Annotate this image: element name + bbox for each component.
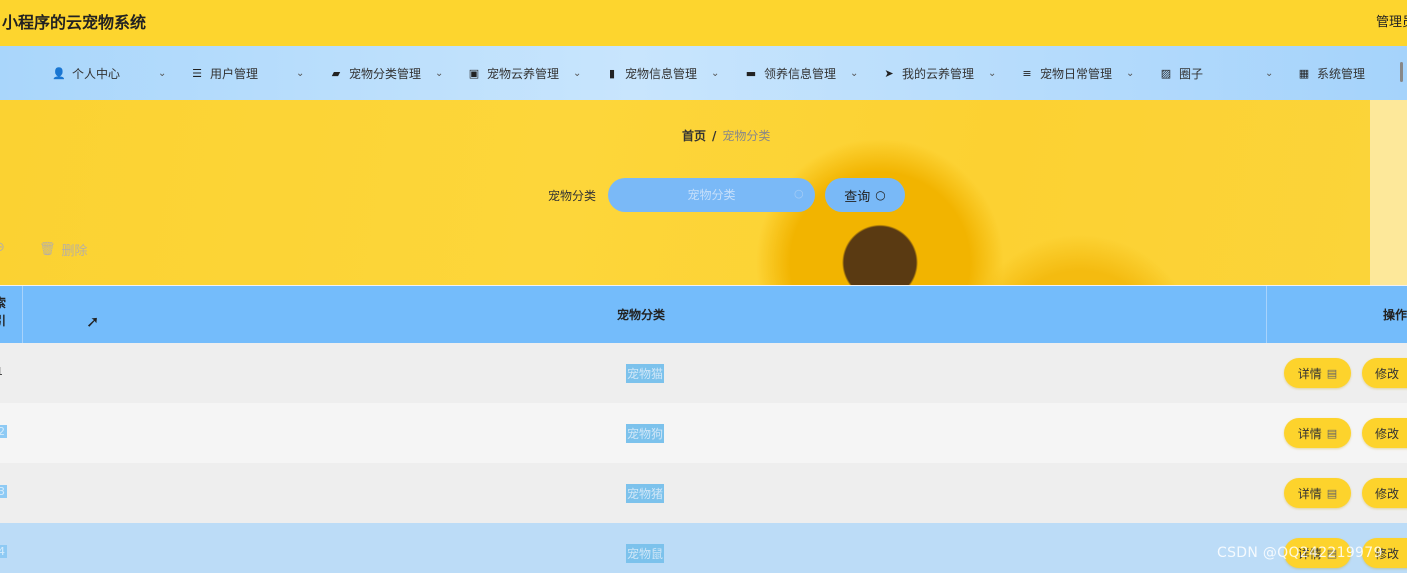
- sliders-icon: ≡: [1022, 66, 1032, 80]
- edit-label: 修改: [1375, 426, 1400, 441]
- edit-button[interactable]: 修改: [1362, 478, 1407, 508]
- nav-item-label: 宠物云养管理: [487, 66, 560, 81]
- row-category: 宠物狗: [626, 424, 665, 443]
- detail-button[interactable]: 详情 ▤: [1284, 418, 1351, 448]
- list-icon: ☰: [192, 66, 202, 80]
- edit-button[interactable]: 修改: [1362, 418, 1407, 448]
- breadcrumb-home[interactable]: 首页: [682, 129, 706, 143]
- chevron-down-icon[interactable]: ⌄: [573, 46, 581, 100]
- column-divider: [22, 286, 23, 343]
- clipboard-icon: ▣: [468, 66, 480, 80]
- trash-icon: 🗑: [39, 242, 56, 257]
- detail-label: 详情: [1297, 366, 1322, 381]
- main-nav: 👤 个人中心 ⌄ ☰ 用户管理 ⌄ ▰ 宠物分类管理 ⌄ ▣ 宠物云养管理 ⌄ ▮ 宠物信息管理 ⌄ ▬ 领养信…: [0, 46, 1407, 100]
- monitor-icon: ▬: [745, 66, 757, 80]
- chart-icon: ▮: [608, 66, 616, 80]
- column-header-index[interactable]: 索引: [0, 294, 8, 330]
- chevron-down-icon[interactable]: ⌄: [988, 46, 996, 100]
- nav-item-label: 宠物分类管理: [349, 66, 422, 81]
- row-category: 宠物鼠: [626, 544, 665, 563]
- table-row[interactable]: 3 宠物猪 详情 ▤ 修改: [0, 463, 1407, 523]
- table-row[interactable]: 2 宠物狗 详情 ▤ 修改: [0, 403, 1407, 463]
- chevron-down-icon[interactable]: ⌄: [1126, 46, 1134, 100]
- column-header-operations: 操作: [1383, 308, 1407, 322]
- nav-item[interactable]: ▬ 领养信息管理: [744, 46, 836, 100]
- table-row[interactable]: 1 宠物猫 详情 ▤ 修改: [0, 343, 1407, 403]
- detail-button[interactable]: 详情 ▤: [1284, 478, 1351, 508]
- nav-item[interactable]: ▰ 宠物分类管理: [329, 46, 421, 100]
- delete-button[interactable]: 🗑 删除: [39, 240, 88, 259]
- document-icon: ▤: [1326, 366, 1338, 380]
- document-icon: ▤: [1326, 486, 1338, 500]
- nav-item-label: 宠物日常管理: [1040, 66, 1113, 81]
- row-index: 1: [0, 365, 3, 378]
- chevron-down-icon[interactable]: ⌄: [296, 46, 304, 100]
- nav-item-label: 领养信息管理: [764, 66, 837, 81]
- breadcrumb-separator: /: [712, 129, 717, 143]
- chevron-down-icon[interactable]: ⌄: [850, 46, 858, 100]
- detail-button[interactable]: 详情 ▤: [1284, 358, 1351, 388]
- nav-scrollbar[interactable]: [1400, 62, 1403, 82]
- row-index: 3: [0, 485, 7, 498]
- edit-label: 修改: [1375, 366, 1400, 381]
- nav-item-label: 用户管理: [210, 66, 259, 81]
- breadcrumb-current: 宠物分类: [722, 129, 771, 143]
- category-icon: ▰: [331, 66, 341, 80]
- banner-edge: [1370, 100, 1407, 285]
- nav-item-label: 圈子: [1179, 66, 1204, 81]
- row-category: 宠物猫: [626, 364, 665, 383]
- table-row[interactable]: 4 宠物鼠 详情 ▤ 修改: [0, 523, 1407, 573]
- image-icon: ▨: [1160, 66, 1172, 80]
- row-index: 4: [0, 545, 7, 558]
- watermark: CSDN @QQ242219979: [1217, 545, 1383, 561]
- query-button-label: 查询: [844, 189, 871, 205]
- top-header: 小程序的云宠物系统 管理员: [0, 0, 1407, 46]
- detail-label: 详情: [1297, 426, 1322, 441]
- nav-item[interactable]: ▮ 宠物信息管理: [605, 46, 697, 100]
- chevron-down-icon[interactable]: ⌄: [711, 46, 719, 100]
- search-input[interactable]: [608, 178, 815, 212]
- nav-item[interactable]: ▣ 宠物云养管理: [467, 46, 559, 100]
- add-button-partial[interactable]: ⊕: [0, 240, 5, 255]
- page-banner: 首页 / 宠物分类 宠物分类 ○ 查询 ○ ⊕ 🗑 删除: [0, 100, 1407, 285]
- nav-item-label: 我的云养管理: [902, 66, 975, 81]
- grid-icon: ▦: [1298, 66, 1310, 80]
- row-category: 宠物猪: [626, 484, 665, 503]
- nav-item[interactable]: ▦ 系统管理: [1297, 46, 1365, 100]
- search-label: 宠物分类: [548, 189, 597, 203]
- nav-item-label: 宠物信息管理: [625, 66, 698, 81]
- query-button[interactable]: 查询 ○: [825, 178, 905, 212]
- detail-label: 详情: [1297, 486, 1322, 501]
- column-divider: [1266, 286, 1267, 343]
- nav-item[interactable]: 👤 个人中心: [52, 46, 120, 100]
- nav-item[interactable]: ☰ 用户管理: [190, 46, 258, 100]
- nav-item[interactable]: ≡ 宠物日常管理: [1020, 46, 1112, 100]
- table-header: 索引 宠物分类 操作: [0, 286, 1407, 343]
- document-icon: ▤: [1326, 426, 1338, 440]
- edit-button[interactable]: 修改: [1362, 358, 1407, 388]
- search-input-icon: ○: [794, 187, 804, 200]
- delete-label: 删除: [61, 244, 88, 259]
- send-icon: ➤: [884, 66, 894, 80]
- nav-item[interactable]: ➤ 我的云养管理: [882, 46, 974, 100]
- user-icon: 👤: [52, 66, 66, 80]
- admin-menu[interactable]: 管理员: [1376, 11, 1407, 30]
- app-title: 小程序的云宠物系统: [2, 13, 147, 32]
- breadcrumb: 首页 / 宠物分类: [682, 127, 770, 144]
- mouse-cursor-icon: ➚: [86, 312, 100, 331]
- nav-item-label: 系统管理: [1317, 66, 1366, 81]
- nav-item-label: 个人中心: [72, 66, 121, 81]
- nav-item[interactable]: ▨ 圈子: [1159, 46, 1203, 100]
- chevron-down-icon[interactable]: ⌄: [158, 46, 166, 100]
- edit-label: 修改: [1375, 486, 1400, 501]
- search-icon: ○: [875, 188, 886, 202]
- chevron-down-icon[interactable]: ⌄: [435, 46, 443, 100]
- chevron-down-icon[interactable]: ⌄: [1265, 46, 1273, 100]
- row-index: 2: [0, 425, 7, 438]
- column-header-category[interactable]: 宠物分类: [617, 306, 665, 323]
